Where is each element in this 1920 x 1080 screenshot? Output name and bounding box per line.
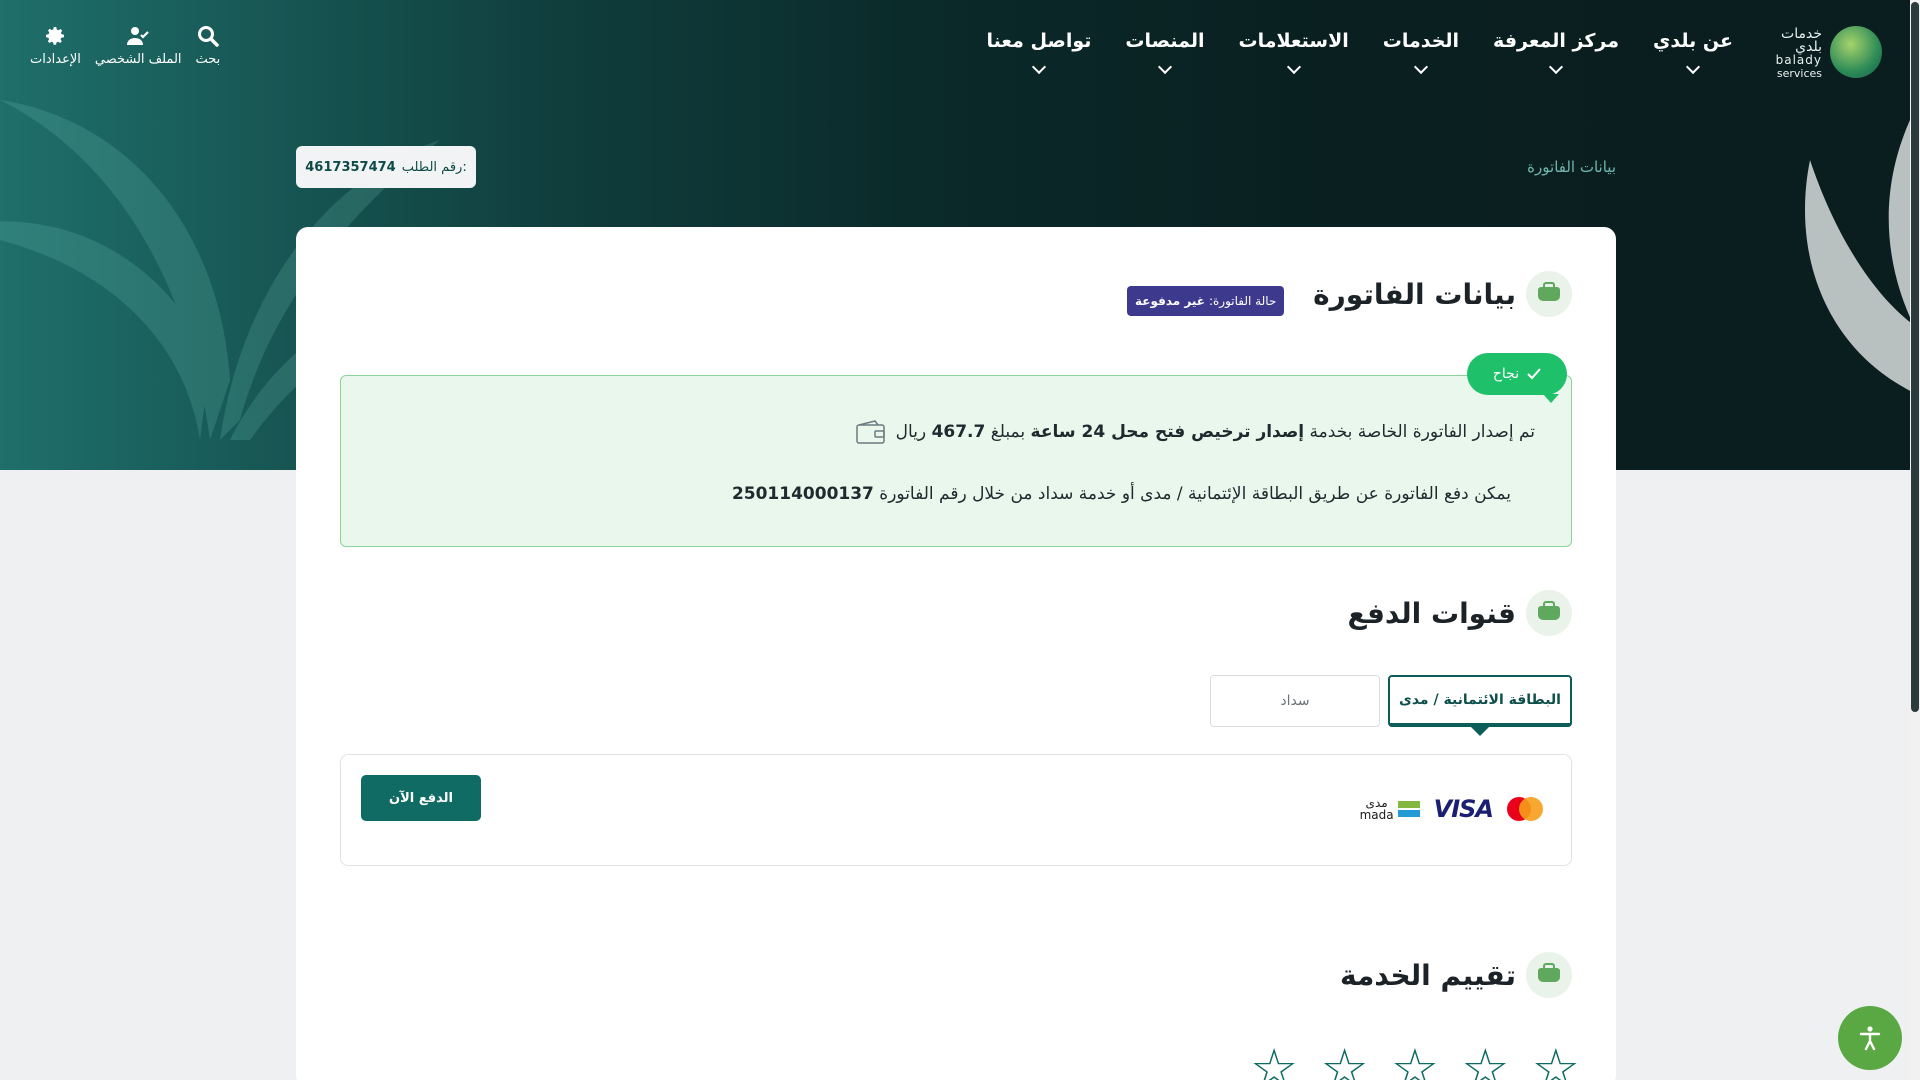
scrollbar-thumb[interactable] [1911,2,1919,712]
currency: ريال [895,422,927,442]
accessibility-button[interactable] [1838,1006,1902,1070]
star-3-icon[interactable]: ☆ [1391,1042,1439,1080]
status-label: حالة الفاتورة: [1208,294,1277,308]
payment-section-title: قنوات الدفع [1347,590,1572,636]
mada-logo: مدى mada [1360,797,1420,821]
search-icon [197,26,219,47]
chevron-down-icon [1413,59,1428,75]
service-name: إصدار ترخيص فتح محل 24 ساعة [1030,422,1305,442]
nav-label: تواصل معنا [986,30,1092,52]
nav-label: عن بلدي [1653,30,1733,52]
mastercard-icon [1507,797,1543,821]
nav-contact-us[interactable]: تواصل معنا [970,30,1109,75]
palm-logo-icon [1830,26,1882,78]
user-check-icon [127,27,149,45]
payment-instructions: يمكن دفع الفاتورة عن طريق البطاقة الإئتم… [732,484,1511,504]
breadcrumb[interactable]: بيانات الفاتورة [1527,158,1616,176]
order-number: 4617357474 [305,159,396,175]
content-card: بيانات الفاتورة حالة الفاتورة: غير مدفوع… [296,227,1616,1080]
nav-platforms[interactable]: المنصات [1108,30,1221,75]
invoice-title: بيانات الفاتورة [1313,277,1516,311]
rating-title: تقييم الخدمة [1339,958,1516,992]
settings-button[interactable]: الإعدادات [30,24,81,67]
inbox-icon [1526,271,1572,317]
success-label: نجاح [1492,366,1520,382]
top-navigation: خدمات بلدي balady services عن بلدي مركز … [0,0,1910,106]
chevron-down-icon [1031,59,1047,75]
order-number-pill: 4617357474 رقم الطلب: [296,146,476,188]
settings-label: الإعدادات [30,52,81,67]
tab-credit-card[interactable]: البطاقة الائتمانية / مدى [1388,675,1572,736]
inbox-icon [1526,952,1572,998]
rating-section-title: تقييم الخدمة [1340,952,1572,998]
success-alert: نجاح تم إصدار الفاتورة الخاصة بخدمة إصدا… [340,353,1572,547]
card-logos: VISA مدى mada [1360,795,1543,823]
logo-arabic: خدمات بلدي [1781,26,1822,55]
search-label: بحث [195,52,221,67]
main-menu: عن بلدي مركز المعرفة الخدمات الاستعلامات… [970,30,1750,75]
star-5-icon[interactable]: ☆ [1250,1042,1298,1080]
logo-services: services [1776,67,1822,80]
pay-now-button[interactable]: الدفع الآن [361,775,481,821]
star-4-icon[interactable]: ☆ [1320,1042,1368,1080]
wallet-icon [855,420,885,444]
instructions-text: يمكن دفع الفاتورة عن طريق البطاقة الإئتم… [879,484,1511,504]
tab-sadad[interactable]: سداد [1210,675,1380,727]
nav-knowledge-center[interactable]: مركز المعرفة [1476,30,1636,75]
chevron-down-icon [1548,59,1564,75]
logo-english: balady [1775,53,1822,67]
nav-services[interactable]: الخدمات [1366,30,1476,75]
inbox-icon [1526,590,1572,636]
nav-inquiries[interactable]: الاستعلامات [1221,30,1365,75]
chevron-down-icon [1286,59,1301,75]
rating-stars: ☆ ☆ ☆ ☆ ☆ [1250,1042,1580,1080]
success-tag: نجاح [1467,353,1567,403]
nav-label: الخدمات [1382,30,1460,52]
star-1-icon[interactable]: ☆ [1532,1042,1580,1080]
payment-tabs: البطاقة الائتمانية / مدى سداد [1210,675,1572,736]
order-label: رقم الطلب: [401,159,467,175]
message-prefix: تم إصدار الفاتورة الخاصة بخدمة [1309,422,1535,442]
invoice-number: 250114000137 [731,484,874,504]
palm-decoration-icon [1805,120,1910,391]
message-amount-label: بمبلغ [990,422,1026,442]
star-2-icon[interactable]: ☆ [1461,1042,1509,1080]
payment-panel: الدفع الآن VISA مدى mada [340,754,1572,866]
status-value: غير مدفوعة [1135,294,1205,308]
invoice-section-title: بيانات الفاتورة [1313,271,1572,317]
invoice-amount: 467.7 [931,422,986,442]
nav-about-balady[interactable]: عن بلدي [1636,30,1750,75]
search-button[interactable]: بحث [195,24,221,67]
profile-label: الملف الشخصي [94,52,182,67]
balady-logo[interactable]: خدمات بلدي balady services [1762,24,1882,80]
visa-logo: VISA [1433,795,1494,823]
mada-english: mada [1359,808,1394,822]
payment-title: قنوات الدفع [1347,596,1516,630]
nav-label: المنصات [1125,30,1205,52]
nav-label: مركز المعرفة [1493,30,1620,52]
status-badge: حالة الفاتورة: غير مدفوعة [1127,286,1285,316]
mada-bars-icon [1397,801,1420,817]
invoice-issued-message: تم إصدار الفاتورة الخاصة بخدمة إصدار ترخ… [855,420,1535,444]
profile-button[interactable]: الملف الشخصي [95,24,182,67]
nav-label: الاستعلامات [1238,30,1349,52]
gear-icon [46,27,65,45]
chevron-down-icon [1157,59,1173,75]
accessibility-icon [1859,1026,1881,1051]
logo-text: خدمات بلدي balady services [1762,26,1822,80]
check-icon [1527,368,1541,380]
chevron-down-icon [1685,59,1701,75]
header-tools: الإعدادات الملف الشخصي بحث [30,24,220,67]
